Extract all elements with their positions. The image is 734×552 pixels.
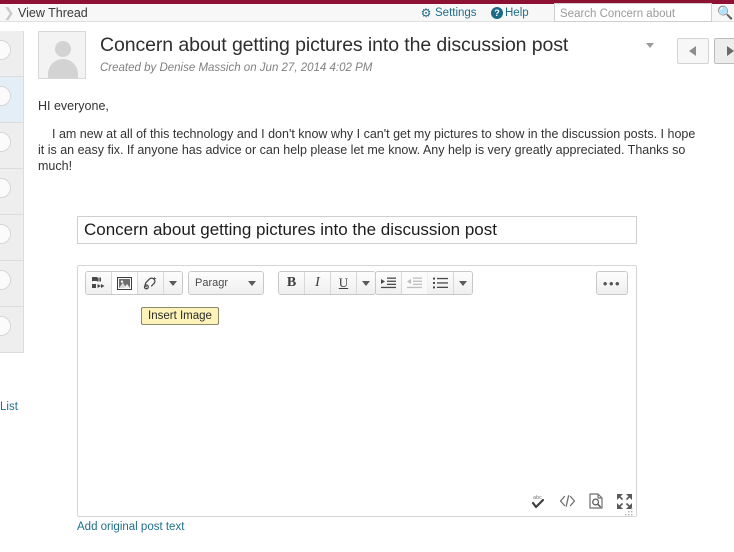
help-link[interactable]: Help — [505, 4, 529, 22]
svg-text:abc: abc — [533, 495, 542, 501]
question-circle-icon[interactable]: ? — [491, 7, 503, 19]
sidebar-list-link[interactable]: List — [0, 401, 18, 413]
list-item[interactable] — [0, 31, 24, 77]
global-header-bar: ❯ View Thread ⚙ Settings ? Help 🔍 — [0, 3, 734, 23]
add-original-post-text-link[interactable]: Add original post text — [77, 521, 184, 533]
bold-label: B — [286, 275, 297, 290]
post-paragraph: I am new at all of this technology and I… — [38, 127, 696, 173]
thread-header: Concern about getting pictures into the … — [38, 31, 734, 91]
avatar — [0, 132, 11, 152]
chevron-down-icon — [248, 281, 256, 286]
italic-label: I — [315, 275, 320, 290]
next-thread-button[interactable] — [714, 38, 734, 64]
user-avatar-icon — [38, 31, 86, 79]
avatar — [0, 224, 11, 244]
previous-thread-button[interactable] — [677, 38, 709, 64]
editor-toolbar: Paragr B I U ••• — [78, 266, 636, 300]
avatar-head-shape — [55, 41, 71, 57]
avatar — [0, 316, 11, 336]
italic-button[interactable]: I — [305, 272, 331, 294]
editor-content-area[interactable] — [78, 300, 636, 516]
ellipsis-icon[interactable]: ••• — [596, 271, 628, 295]
list-item[interactable] — [0, 215, 24, 261]
insert-image-tooltip: Insert Image — [141, 307, 219, 325]
indent-decrease-icon[interactable] — [402, 272, 428, 294]
media-button-group — [85, 271, 183, 295]
resize-grip-icon[interactable] — [624, 504, 633, 516]
post-greeting: HI everyone, — [38, 99, 109, 113]
thread-list-sidebar: List — [0, 23, 24, 552]
list-item[interactable] — [0, 261, 24, 307]
underline-label: U — [338, 275, 349, 290]
text-style-button-group: B I U — [278, 271, 376, 295]
reply-subject-field[interactable] — [77, 216, 637, 244]
magnifier-icon[interactable]: 🔍 — [717, 3, 734, 22]
avatar — [0, 178, 11, 198]
bold-button[interactable]: B — [279, 272, 305, 294]
thread-list — [0, 31, 24, 353]
bulleted-list-icon[interactable] — [428, 272, 454, 294]
caret-shape — [362, 280, 370, 286]
post-body: HI everyone, I am new at all of this tec… — [38, 98, 698, 174]
underline-button[interactable]: U — [331, 272, 357, 294]
subject-input[interactable] — [78, 217, 636, 243]
list-item[interactable] — [0, 169, 24, 215]
media-icon[interactable] — [86, 272, 112, 294]
list-item[interactable] — [0, 123, 24, 169]
thread-title: Concern about getting pictures into the … — [100, 34, 569, 56]
avatar — [0, 270, 11, 290]
paragraph-format-label: Paragr — [195, 277, 229, 289]
paragraph-format-select[interactable]: Paragr — [188, 271, 264, 295]
search-box[interactable] — [554, 3, 712, 23]
gear-icon[interactable]: ⚙ — [420, 7, 432, 19]
media-more-chevron-down-icon[interactable] — [164, 272, 182, 294]
caret-shape — [459, 280, 467, 286]
more-options-label: ••• — [602, 275, 622, 291]
preview-page-icon[interactable] — [589, 493, 604, 509]
list-more-chevron-down-icon[interactable] — [454, 272, 472, 294]
avatar — [0, 40, 11, 60]
avatar-body-shape — [48, 59, 78, 78]
triangle-right-icon — [727, 46, 734, 56]
code-brackets-icon[interactable] — [559, 494, 576, 508]
main-content: Concern about getting pictures into the … — [24, 23, 734, 552]
list-item[interactable] — [0, 77, 24, 123]
style-more-chevron-down-icon[interactable] — [357, 272, 375, 294]
editor-status-bar: abc — [530, 490, 632, 512]
caret-shape — [169, 280, 177, 286]
breadcrumb-chevron-right-icon: ❯ — [3, 5, 15, 20]
search-input[interactable] — [555, 5, 711, 23]
spellcheck-abc-icon[interactable]: abc — [530, 493, 546, 509]
avatar — [0, 86, 11, 106]
list-indent-button-group — [375, 271, 473, 295]
thread-actions-chevron-down-icon[interactable] — [646, 43, 654, 48]
rich-text-editor: Paragr B I U ••• Insert Image abc — [77, 265, 637, 517]
triangle-left-icon — [689, 46, 696, 56]
thread-byline: Created by Denise Massich on Jun 27, 201… — [100, 62, 373, 74]
link-sparkle-icon[interactable] — [138, 272, 164, 294]
page-root: ❯ View Thread ⚙ Settings ? Help 🔍 List — [0, 0, 734, 552]
image-icon[interactable] — [112, 272, 138, 294]
indent-increase-icon[interactable] — [376, 272, 402, 294]
page-title: View Thread — [18, 6, 88, 20]
settings-link[interactable]: Settings — [435, 4, 477, 22]
list-item[interactable] — [0, 307, 24, 353]
